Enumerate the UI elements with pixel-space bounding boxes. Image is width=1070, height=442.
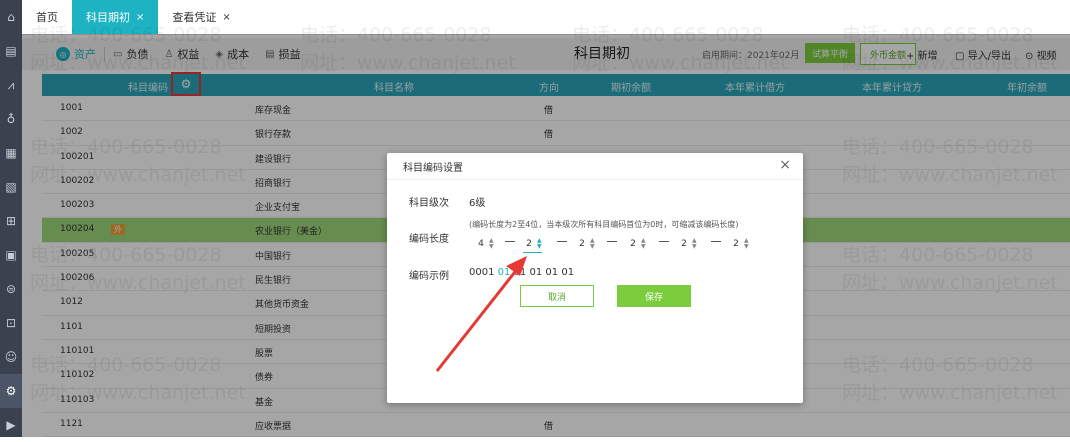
example-part: 01 [529,267,543,278]
length-label: 编码长度 [409,234,449,245]
length-stepper-4[interactable]: 2 ▲ ▼ [627,236,646,252]
cancel-button[interactable]: 取消 [520,285,594,307]
ledger-icon[interactable]: ▦ [0,136,22,170]
length-stepper-2[interactable]: 2 ▲ ▼ [523,236,542,253]
stepper-value: 2 [630,239,636,249]
example-part: 01 [545,267,559,278]
cash-icon[interactable]: ⊜ [0,272,22,306]
close-icon[interactable]: × [222,12,230,23]
stepper-value: 2 [579,239,585,249]
example-part: 0001 [469,267,495,278]
save-button[interactable]: 保存 [617,285,691,307]
document-icon[interactable]: ▤ [0,34,22,68]
close-icon[interactable]: × [136,12,144,23]
stepper-value: 2 [733,239,739,249]
invoice-icon[interactable]: ⊡ [0,306,22,340]
length-stepper-5[interactable]: 2 ▲ ▼ [678,236,697,252]
money-bag-icon[interactable]: ♁ [0,102,22,136]
dash-separator [711,241,721,242]
tab-label: 查看凭证 [172,11,217,24]
chart-icon[interactable]: ⩘ [0,68,22,102]
contact-icon[interactable]: ☺ [0,340,22,374]
stepper-value: 2 [681,239,687,249]
home-icon[interactable]: ⌂ [0,0,22,34]
dash-separator [505,241,515,242]
stepper-arrows-icon[interactable]: ▲ ▼ [489,238,494,250]
code-example: 0001 01 01 01 01 01 [469,267,574,278]
dash-separator [607,241,617,242]
tab-bar: 首页 科目期初 × 查看凭证 × [22,0,1070,35]
level-label: 科目级次 [409,198,449,209]
close-icon[interactable]: × [779,157,791,173]
example-part-highlight: 01 [497,267,511,278]
tab-label: 科目期初 [86,11,130,24]
stepper-arrows-icon[interactable]: ▲ ▼ [744,238,749,250]
stepper-arrows-icon[interactable]: ▲ ▼ [692,238,697,250]
left-sidebar: ⌂ ▤ ⩘ ♁ ▦ ▧ ⊞ ▣ ⊜ ⊡ ☺ ⚙ ▶ [0,0,22,437]
tab-label: 首页 [36,11,58,24]
stepper-arrows-icon[interactable]: ▲ ▼ [537,238,542,250]
example-label: 编码示例 [409,271,449,282]
dialog-title: 科目编码设置 [403,163,463,174]
level-value: 6级 [469,198,486,209]
length-stepper-6[interactable]: 2 ▲ ▼ [730,236,749,252]
code-settings-dialog: 科目编码设置 × 科目级次 6级 (编码长度为2至4位，当本级次所有科目编码首位… [387,153,803,403]
divider [387,179,803,180]
tab-view-voucher[interactable]: 查看凭证 × [158,0,244,34]
tab-home[interactable]: 首页 [22,0,72,34]
dash-separator [659,241,669,242]
length-stepper-1[interactable]: 4 ▲ ▼ [475,236,494,252]
settings-icon[interactable]: ⚙ [0,374,22,408]
report-icon[interactable]: ▧ [0,170,22,204]
voucher-icon[interactable]: ⊞ [0,204,22,238]
tab-subject-opening[interactable]: 科目期初 × [72,0,159,34]
stepper-value: 4 [478,239,484,249]
dash-separator [557,241,567,242]
stepper-arrows-icon[interactable]: ▲ ▼ [590,238,595,250]
stepper-arrows-icon[interactable]: ▲ ▼ [641,238,646,250]
example-part: 01 [561,267,575,278]
length-hint: (编码长度为2至4位，当本级次所有科目编码首位为0时，可缩减该编码长度) [469,220,739,229]
length-stepper-3[interactable]: 2 ▲ ▼ [576,236,595,252]
example-part: 01 [513,267,527,278]
statement-icon[interactable]: ▣ [0,238,22,272]
stepper-value: 2 [526,239,532,249]
